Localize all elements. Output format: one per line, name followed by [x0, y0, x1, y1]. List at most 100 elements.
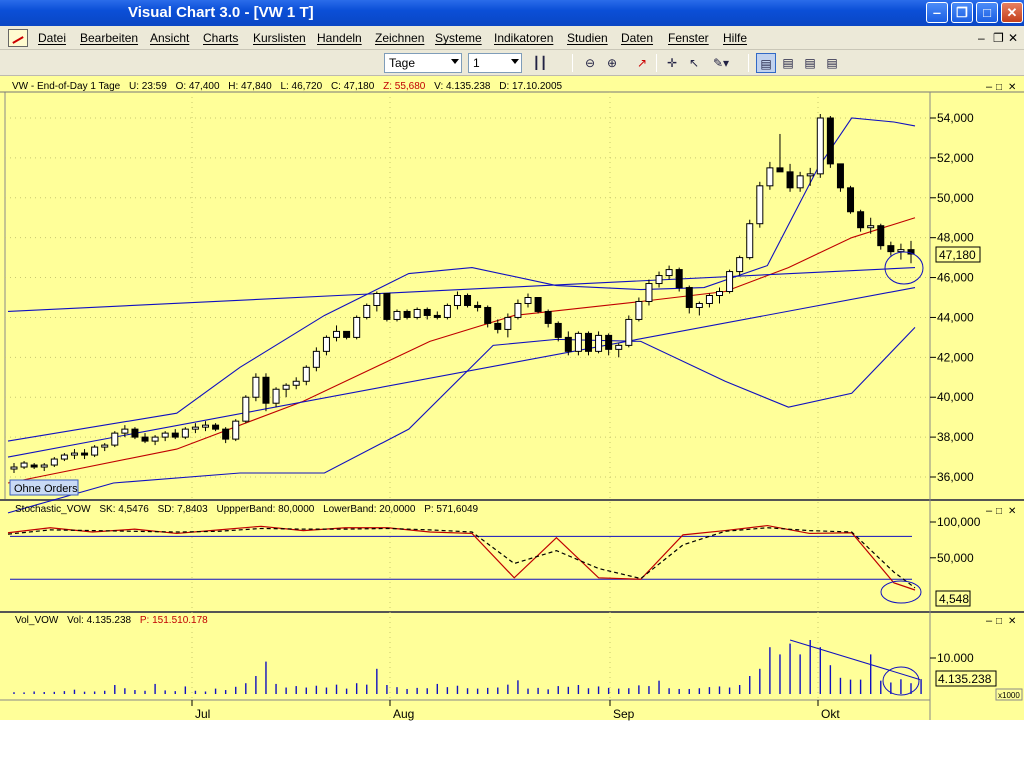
- candle-body: [201, 424, 209, 428]
- price-u: U: 23:59: [129, 81, 167, 92]
- chevron-down-icon: [511, 59, 519, 64]
- menu-daten[interactable]: Daten: [621, 31, 653, 45]
- vol-name: Vol_VOW: [15, 615, 59, 626]
- period-select[interactable]: Tage: [384, 53, 462, 73]
- toolbar: Tage 1 ┃┃ ⊖ ⊕ ↗ ✛ ↖ ✎▾ ▤ ▤ ▤ ▤: [0, 50, 1024, 76]
- candle-body: [504, 316, 512, 330]
- bar-chart-type-button[interactable]: ┃┃: [530, 53, 550, 73]
- zoom-out-icon: ⊖: [584, 56, 596, 70]
- compression-select[interactable]: 1: [468, 53, 522, 73]
- panel-close-icon[interactable]: ✕: [1008, 506, 1016, 517]
- layout-button-1[interactable]: ▤: [756, 53, 776, 73]
- candle-body: [857, 211, 865, 229]
- minimize-icon: ‒: [933, 5, 941, 20]
- zoom-in-icon: ⊕: [606, 56, 618, 70]
- price-z: Z: 55,680: [383, 81, 426, 92]
- stoch-upper: UppperBand: 80,0000: [216, 504, 314, 515]
- menu-zeichnen[interactable]: Zeichnen: [375, 31, 424, 45]
- candle-body: [50, 458, 58, 466]
- menu-handeln[interactable]: Handeln: [317, 31, 362, 45]
- stoch-tick-label: 50,000: [937, 551, 974, 565]
- panel-maximize-icon[interactable]: □: [996, 506, 1002, 517]
- maximize-button[interactable]: □: [976, 2, 998, 23]
- layout-button-2[interactable]: ▤: [778, 53, 798, 73]
- price-tick-label: 44,000: [937, 310, 974, 324]
- minimize-button[interactable]: ‒: [926, 2, 948, 23]
- candle-body: [756, 185, 764, 225]
- candle-body: [474, 304, 482, 308]
- mdi-minimize-icon[interactable]: ‒: [978, 31, 985, 45]
- candle-body: [232, 420, 240, 440]
- menu-charts[interactable]: Charts: [203, 31, 238, 45]
- toolbar-separator: [572, 54, 573, 72]
- price-close: C: 47,180: [331, 81, 375, 92]
- price-date: D: 17.10.2005: [499, 81, 562, 92]
- x-tick-label: Jul: [195, 707, 210, 721]
- close-button[interactable]: ✕: [1001, 2, 1023, 23]
- candle-body: [786, 171, 794, 189]
- panel-close-icon[interactable]: ✕: [1008, 82, 1016, 93]
- chart-window-icon[interactable]: [8, 29, 28, 47]
- stoch-p: P: 571,6049: [424, 504, 478, 515]
- candle-body: [705, 295, 713, 304]
- maximize-icon: □: [983, 5, 991, 20]
- menu-systeme[interactable]: Systeme: [435, 31, 482, 45]
- layout-button-4[interactable]: ▤: [822, 53, 842, 73]
- pencil-icon: ✎▾: [712, 56, 730, 70]
- stoch-sk: SK: 4,5476: [99, 504, 149, 515]
- chevron-down-icon: [451, 59, 459, 64]
- candle-body: [806, 173, 814, 177]
- price-tick-label: 40,000: [937, 390, 974, 404]
- x-tick-label: Sep: [613, 707, 635, 721]
- mdi-close-icon[interactable]: ✕: [1008, 31, 1018, 45]
- indicator-button[interactable]: ↗: [632, 53, 652, 73]
- crosshair-button[interactable]: ✛: [662, 53, 682, 73]
- candle-body: [393, 310, 401, 320]
- stoch-last-value: 4,548: [939, 592, 969, 606]
- candle-body: [333, 330, 341, 338]
- restore-button[interactable]: ❐: [951, 2, 973, 23]
- candle-body: [877, 225, 885, 247]
- panel-minimize-icon[interactable]: ‒: [986, 505, 993, 517]
- candle-body: [625, 318, 633, 346]
- candle-body: [605, 334, 613, 350]
- menu-datei[interactable]: Datei: [38, 31, 66, 45]
- candle-body: [373, 293, 381, 306]
- window-titlebar: Visual Chart 3.0 - [VW 1 T] ‒ ❐ □ ✕: [0, 0, 1024, 26]
- panel-maximize-icon[interactable]: □: [996, 82, 1002, 93]
- menu-indikatoren[interactable]: Indikatoren: [494, 31, 553, 45]
- candle-body: [453, 295, 461, 306]
- chart-window-icon: ▤: [804, 56, 816, 70]
- menu-kurslisten[interactable]: Kurslisten: [253, 31, 306, 45]
- zoom-in-button[interactable]: ⊕: [602, 53, 622, 73]
- draw-line-button[interactable]: ✎▾: [706, 53, 736, 73]
- price-tick-label: 48,000: [937, 231, 974, 245]
- layout-button-3[interactable]: ▤: [800, 53, 820, 73]
- menu-ansicht[interactable]: Ansicht: [150, 31, 189, 45]
- menu-hilfe[interactable]: Hilfe: [723, 31, 747, 45]
- mdi-restore-icon[interactable]: ❐: [993, 31, 1004, 45]
- stoch-name: Stochastic_VOW: [15, 504, 91, 515]
- pointer-button[interactable]: ↖: [684, 53, 704, 73]
- menu-fenster[interactable]: Fenster: [668, 31, 709, 45]
- menu-studien[interactable]: Studien: [567, 31, 608, 45]
- panel-minimize-icon[interactable]: ‒: [986, 615, 993, 627]
- candle-body: [423, 308, 431, 316]
- stoch-lower: LowerBand: 20,0000: [323, 504, 416, 515]
- chart-window-icon: ▤: [826, 56, 838, 70]
- chart-area[interactable]: VW - End-of-Day 1 Tage U: 23:59 O: 47,40…: [0, 76, 1024, 768]
- menu-bearbeiten[interactable]: Bearbeiten: [80, 31, 138, 45]
- zoom-out-button[interactable]: ⊖: [580, 53, 600, 73]
- candle-body: [10, 466, 18, 470]
- close-icon: ✕: [1006, 5, 1018, 20]
- candle-body: [524, 297, 532, 304]
- candle-body: [746, 223, 754, 259]
- candle-body: [363, 304, 371, 318]
- candle-body: [514, 302, 522, 318]
- candle-body: [343, 330, 351, 338]
- price-tick-label: 50,000: [937, 191, 974, 205]
- panel-close-icon[interactable]: ✕: [1008, 616, 1016, 627]
- panel-minimize-icon[interactable]: ‒: [986, 81, 993, 93]
- candle-body: [655, 275, 663, 285]
- panel-maximize-icon[interactable]: □: [996, 616, 1002, 627]
